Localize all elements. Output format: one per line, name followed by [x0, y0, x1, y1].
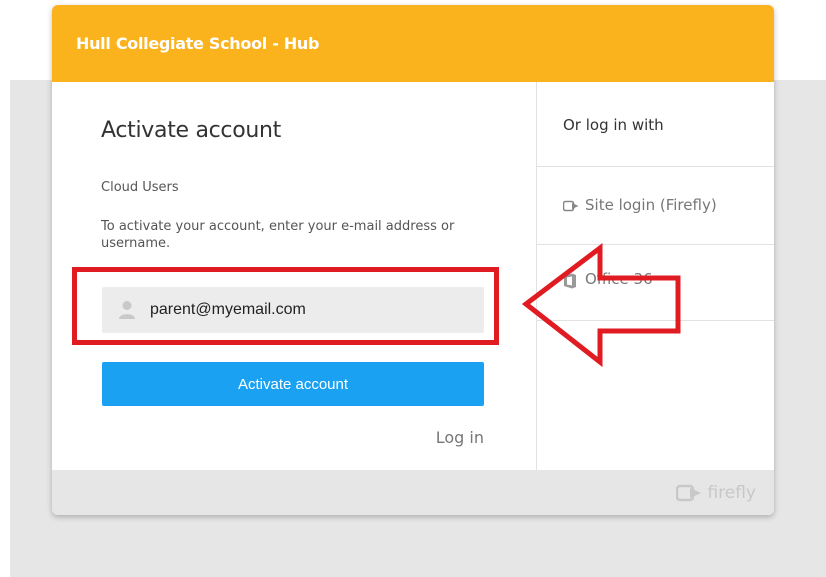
log-in-link[interactable]: Log in: [436, 428, 484, 447]
activate-panel: Activate account Cloud Users To activate…: [52, 82, 536, 470]
site-login-label: Site login (Firefly): [585, 196, 717, 214]
email-field-container[interactable]: [102, 287, 484, 333]
firefly-brand-text: firefly: [707, 483, 756, 503]
firefly-logo-icon: [676, 484, 702, 502]
firefly-icon: [563, 200, 579, 212]
or-log-in-with-label: Or log in with: [563, 116, 664, 134]
activate-heading: Activate account: [101, 118, 281, 143]
school-hub-title: Hull Collegiate School - Hub: [76, 34, 320, 53]
email-input[interactable]: [150, 287, 470, 333]
office-login-option[interactable]: Office 36: [537, 245, 774, 321]
cloud-users-label: Cloud Users: [101, 180, 179, 195]
alt-login-panel: Or log in with Site login (Firefly) Offi…: [536, 82, 774, 470]
card-footer: firefly: [52, 470, 774, 515]
card-header: Hull Collegiate School - Hub: [52, 5, 774, 82]
site-login-option[interactable]: Site login (Firefly): [537, 167, 774, 245]
activate-instructions: To activate your account, enter your e-m…: [101, 219, 455, 251]
firefly-footer-logo: firefly: [676, 483, 756, 503]
activate-account-button[interactable]: Activate account: [102, 362, 484, 406]
office-login-label: Office 36: [585, 270, 653, 288]
office-icon: [564, 273, 576, 289]
login-card: Hull Collegiate School - Hub Activate ac…: [52, 5, 774, 515]
alt-login-heading-row: Or log in with: [537, 82, 774, 167]
user-icon: [119, 301, 135, 319]
